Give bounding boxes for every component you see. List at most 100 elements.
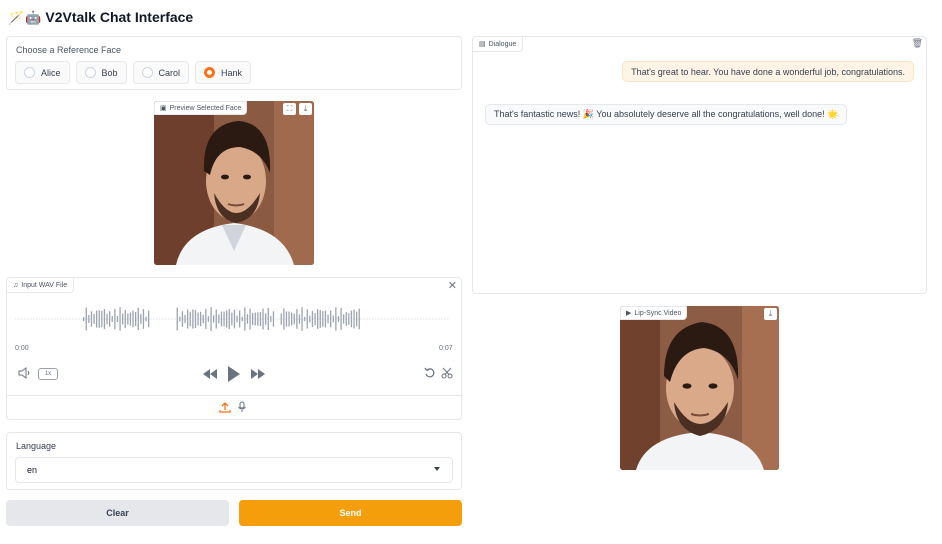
waveform-bar	[145, 316, 147, 322]
rewind-icon[interactable]	[203, 367, 217, 381]
download-icon[interactable]: ⤓	[299, 103, 312, 115]
radio-label: Bob	[101, 67, 118, 78]
waveform-bar	[298, 314, 301, 324]
trash-icon[interactable]: 🗑	[912, 38, 923, 49]
waveform-bar	[340, 308, 342, 330]
audio-divider	[7, 395, 461, 396]
reference-face-label: Choose a Reference Face	[16, 45, 122, 55]
magic-wand-icon: 🪄	[8, 9, 25, 25]
waveform-bar	[85, 307, 87, 331]
volume-icon[interactable]	[17, 366, 31, 380]
waveform-bar	[119, 307, 121, 331]
waveform-bar	[236, 315, 238, 323]
language-dropdown[interactable]: en	[15, 457, 453, 483]
waveform-bar	[213, 315, 215, 323]
radio-circle[interactable]	[84, 67, 96, 78]
chevron-down-icon	[434, 467, 440, 471]
radio-circle[interactable]	[141, 67, 153, 78]
waveform-bar	[179, 316, 181, 322]
waveform-bar	[350, 310, 353, 328]
lip-sync-label: ▶ Lip-Sync Video	[620, 306, 688, 320]
clear-button[interactable]: Clear	[6, 500, 229, 526]
waveform-bar	[265, 313, 267, 325]
audio-waveform[interactable]	[9, 299, 453, 339]
waveform-bar	[124, 309, 126, 329]
face-portrait-image	[154, 101, 314, 265]
waveform-bar	[252, 312, 254, 326]
radio-label: Alice	[41, 67, 61, 78]
waveform-bar	[285, 311, 288, 327]
language-label: Language	[16, 441, 57, 451]
waveform-bar	[96, 310, 98, 328]
time-end: 0:07	[439, 345, 453, 352]
radio-carol[interactable]: Carol	[132, 61, 190, 84]
waveform-bar	[148, 310, 150, 328]
download-icon[interactable]: ⤓	[764, 308, 777, 320]
radio-circle[interactable]	[24, 67, 35, 78]
waveform-bar	[246, 314, 249, 324]
waveform-bar	[304, 316, 306, 322]
waveform-bar	[309, 315, 311, 323]
waveform-bar	[218, 314, 220, 324]
title-icons: 🪄 🤖	[8, 11, 41, 24]
waveform-bar	[231, 312, 233, 326]
waveform-bar	[356, 311, 358, 327]
play-icon[interactable]	[227, 365, 241, 382]
undo-icon[interactable]	[424, 367, 436, 379]
dialogue-label: ▤ Dialogue	[473, 37, 524, 52]
radio-alice[interactable]: Alice	[15, 61, 70, 84]
app-title-text: V2Vtalk Chat Interface	[45, 9, 194, 25]
reference-face-radio-group: Alice Bob Carol Hank	[15, 61, 252, 84]
radio-hank[interactable]: Hank	[195, 61, 252, 84]
playback-speed-button[interactable]: 1x	[38, 368, 58, 380]
waveform-bar	[210, 307, 212, 331]
scissors-icon[interactable]	[441, 367, 453, 379]
waveform-bar	[140, 314, 142, 324]
lip-sync-toolbar: ⤓	[764, 308, 777, 320]
waveform-bar	[293, 313, 295, 325]
waveform-bar	[98, 310, 100, 328]
close-icon[interactable]: ✕	[448, 279, 457, 292]
fast-forward-icon[interactable]	[251, 367, 265, 381]
waveform-bar	[291, 312, 293, 326]
send-button[interactable]: Send	[239, 500, 462, 526]
waveform-bar	[249, 308, 251, 330]
waveform-bar	[181, 311, 184, 327]
upload-icon[interactable]	[219, 401, 231, 413]
waveform-bar	[353, 309, 355, 329]
microphone-icon[interactable]	[236, 401, 248, 413]
waveform-bar	[272, 311, 275, 327]
waveform-bar	[330, 310, 332, 328]
radio-circle-selected[interactable]	[204, 67, 216, 78]
fullscreen-icon[interactable]: ⛶	[283, 103, 296, 115]
chat-icon: ▤	[479, 41, 486, 48]
radio-label: Carol	[158, 67, 181, 78]
waveform-bar	[327, 314, 329, 324]
waveform-bar	[205, 308, 207, 330]
audio-label: ♫ Input WAV File	[7, 278, 75, 293]
waveform-bar	[111, 316, 113, 322]
waveform-bar	[267, 307, 269, 331]
language-value: en	[27, 465, 38, 475]
waveform-bar	[319, 310, 321, 328]
waveform-bar	[137, 307, 139, 331]
waveform-bar	[187, 309, 189, 329]
waveform-bar	[348, 313, 350, 325]
dialogue-panel: ▤ Dialogue 🗑 That's great to hear. You h…	[472, 36, 927, 294]
waveform-bar	[189, 311, 191, 327]
waveform-bar	[129, 312, 132, 326]
robot-icon: 🤖	[25, 9, 42, 25]
waveform-bar	[207, 316, 210, 322]
waveform-bar	[345, 312, 347, 326]
waveform-bar	[83, 317, 85, 321]
waveform-bar	[301, 307, 303, 331]
waveform-bar	[223, 311, 225, 327]
lip-sync-video-frame[interactable]: ▶ Lip-Sync Video ⤓	[620, 306, 779, 470]
waveform-bar	[262, 308, 264, 330]
waveform-bar	[142, 309, 145, 329]
user-message: That's great to hear. You have done a wo…	[622, 61, 914, 82]
waveform-bar	[280, 313, 282, 325]
waveform-bar	[192, 309, 194, 329]
radio-bob[interactable]: Bob	[75, 61, 127, 84]
waveform-bar	[106, 313, 108, 325]
